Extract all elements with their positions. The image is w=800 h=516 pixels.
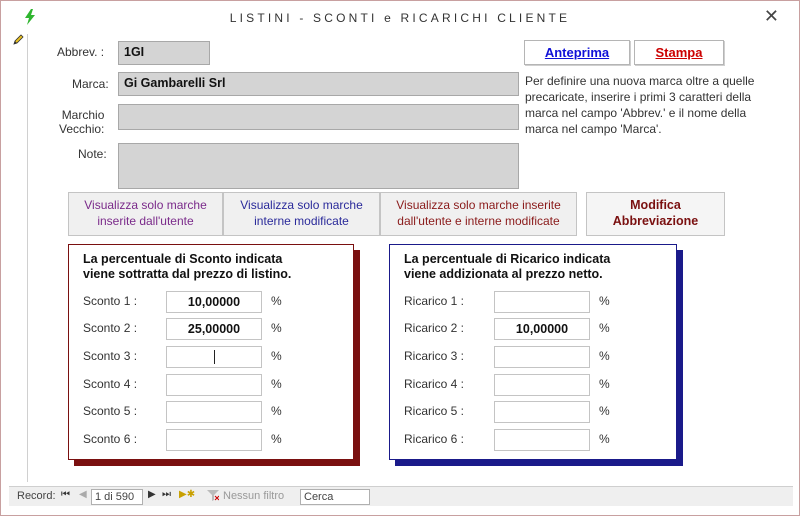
stampa-button[interactable]: Stampa bbox=[634, 40, 724, 65]
sconti-title-line2: viene sottratta dal prezzo di listino. bbox=[83, 267, 292, 281]
sconto-1-label: Sconto 1 : bbox=[83, 294, 138, 308]
marca-field[interactable]: Gi Gambarelli Srl bbox=[118, 72, 519, 96]
hint-line: precaricate, inserire i primi 3 caratter… bbox=[525, 90, 752, 104]
ricarico-4-input[interactable] bbox=[494, 374, 590, 396]
marchio-vecchio-field[interactable] bbox=[118, 104, 519, 130]
sconto-1-input[interactable]: 10,00000 bbox=[166, 291, 262, 313]
sconti-title-line1: La percentuale di Sconto indicata bbox=[83, 252, 283, 266]
sconti-panel-title: La percentuale di Sconto indicata viene … bbox=[83, 252, 291, 282]
previous-record-icon[interactable]: ◀ bbox=[79, 489, 87, 500]
close-icon[interactable]: ✕ bbox=[764, 6, 779, 26]
anteprima-button[interactable]: Anteprima bbox=[524, 40, 630, 65]
filter-internal-modified-line1: Visualizza solo marche bbox=[240, 198, 363, 212]
ricarico-6-unit: % bbox=[599, 432, 610, 446]
ricarico-6-label: Ricarico 6 : bbox=[404, 432, 465, 446]
filter-user-and-internal-line1: Visualizza solo marche inserite bbox=[396, 198, 561, 212]
title-bar: LISTINI - SCONTI e RICARICHI CLIENTE ✕ bbox=[1, 1, 799, 33]
filter-user-brands-button[interactable]: Visualizza solo marche inserite dall'ute… bbox=[68, 192, 223, 236]
ricarichi-panel-title: La percentuale di Ricarico indicata vien… bbox=[404, 252, 610, 282]
pencil-icon bbox=[12, 34, 26, 48]
note-label: Note: bbox=[78, 147, 107, 161]
sconto-4-unit: % bbox=[271, 377, 282, 391]
sconto-6-label: Sconto 6 : bbox=[83, 432, 138, 446]
sconto-5-label: Sconto 5 : bbox=[83, 404, 138, 418]
ricarico-3-input[interactable] bbox=[494, 346, 590, 368]
sconto-6-input[interactable] bbox=[166, 429, 262, 451]
marchio-label: Marchio Vecchio: bbox=[59, 108, 104, 136]
modifica-abbreviazione-line2: Abbreviazione bbox=[612, 214, 699, 228]
sconto-1-unit: % bbox=[271, 294, 282, 308]
abbrev-label: Abbrev. : bbox=[57, 45, 105, 59]
form-window: LISTINI - SCONTI e RICARICHI CLIENTE ✕ A… bbox=[0, 0, 800, 516]
ricarico-1-unit: % bbox=[599, 294, 610, 308]
filter-user-and-internal-line2: dall'utente e interne modificate bbox=[397, 214, 560, 228]
search-input[interactable]: Cerca bbox=[300, 489, 370, 505]
hint-text: Per definire una nuova marca oltre a que… bbox=[525, 73, 795, 137]
ricarico-5-label: Ricarico 5 : bbox=[404, 404, 465, 418]
note-field[interactable] bbox=[118, 143, 519, 189]
ricarico-2-input[interactable]: 10,00000 bbox=[494, 318, 590, 340]
first-record-icon[interactable]: ⏮ bbox=[61, 489, 70, 500]
sconto-6-unit: % bbox=[271, 432, 282, 446]
ricarico-3-label: Ricarico 3 : bbox=[404, 349, 465, 363]
window-title: LISTINI - SCONTI e RICARICHI CLIENTE bbox=[229, 11, 571, 25]
sconto-3-label: Sconto 3 : bbox=[83, 349, 138, 363]
sconto-5-input[interactable] bbox=[166, 401, 262, 423]
sconto-4-label: Sconto 4 : bbox=[83, 377, 138, 391]
marca-label: Marca: bbox=[72, 77, 109, 91]
new-record-icon[interactable]: ▶✱ bbox=[179, 489, 195, 500]
filter-internal-modified-button[interactable]: Visualizza solo marche interne modificat… bbox=[223, 192, 380, 236]
record-selector[interactable] bbox=[9, 34, 28, 482]
modifica-abbreviazione-line1: Modifica bbox=[630, 198, 681, 212]
filter-internal-modified-line2: interne modificate bbox=[254, 214, 349, 228]
ricarichi-title-line2: viene addizionata al prezzo netto. bbox=[404, 267, 603, 281]
abbrev-field[interactable]: 1GI bbox=[118, 41, 210, 65]
marchio-label-line2: Vecchio: bbox=[59, 122, 105, 136]
marchio-label-line1: Marchio bbox=[61, 108, 105, 122]
last-record-icon[interactable]: ⏭ bbox=[162, 489, 171, 500]
ricarico-4-unit: % bbox=[599, 377, 610, 391]
filter-user-brands-line1: Visualizza solo marche bbox=[84, 198, 207, 212]
ricarico-4-label: Ricarico 4 : bbox=[404, 377, 465, 391]
sconto-2-input[interactable]: 25,00000 bbox=[166, 318, 262, 340]
sconto-2-label: Sconto 2 : bbox=[83, 321, 138, 335]
modifica-abbreviazione-button[interactable]: Modifica Abbreviazione bbox=[586, 192, 725, 236]
filter-user-brands-line2: inserite dall'utente bbox=[97, 214, 194, 228]
ricarico-1-label: Ricarico 1 : bbox=[404, 294, 465, 308]
ricarico-2-label: Ricarico 2 : bbox=[404, 321, 465, 335]
sconto-4-input[interactable] bbox=[166, 374, 262, 396]
no-filter-label[interactable]: Nessun filtro bbox=[223, 490, 284, 502]
record-position-field[interactable]: 1 di 590 bbox=[91, 489, 143, 505]
ricarico-6-input[interactable] bbox=[494, 429, 590, 451]
hint-line: marca nel campo 'Abbrev.' e il nome dell… bbox=[525, 106, 747, 120]
sconto-5-unit: % bbox=[271, 404, 282, 418]
hint-line: Per definire una nuova marca oltre a que… bbox=[525, 74, 755, 88]
ricarico-5-unit: % bbox=[599, 404, 610, 418]
ricarichi-title-line1: La percentuale di Ricarico indicata bbox=[404, 252, 611, 266]
filter-user-and-internal-button[interactable]: Visualizza solo marche inserite dall'ute… bbox=[380, 192, 577, 236]
record-label: Record: bbox=[17, 490, 56, 502]
sconto-3-unit: % bbox=[271, 349, 282, 363]
hint-line: marca nel campo 'Marca'. bbox=[525, 122, 662, 136]
ricarico-3-unit: % bbox=[599, 349, 610, 363]
text-caret bbox=[214, 350, 215, 364]
ricarico-1-input[interactable] bbox=[494, 291, 590, 313]
ricarico-2-unit: % bbox=[599, 321, 610, 335]
filter-icon[interactable] bbox=[207, 490, 220, 504]
sconto-2-unit: % bbox=[271, 321, 282, 335]
ricarico-5-input[interactable] bbox=[494, 401, 590, 423]
record-navigation-bar: Record: ⏮ ◀ 1 di 590 ▶ ⏭ ▶✱ Nessun filtr… bbox=[9, 486, 793, 506]
next-record-icon[interactable]: ▶ bbox=[148, 489, 156, 500]
